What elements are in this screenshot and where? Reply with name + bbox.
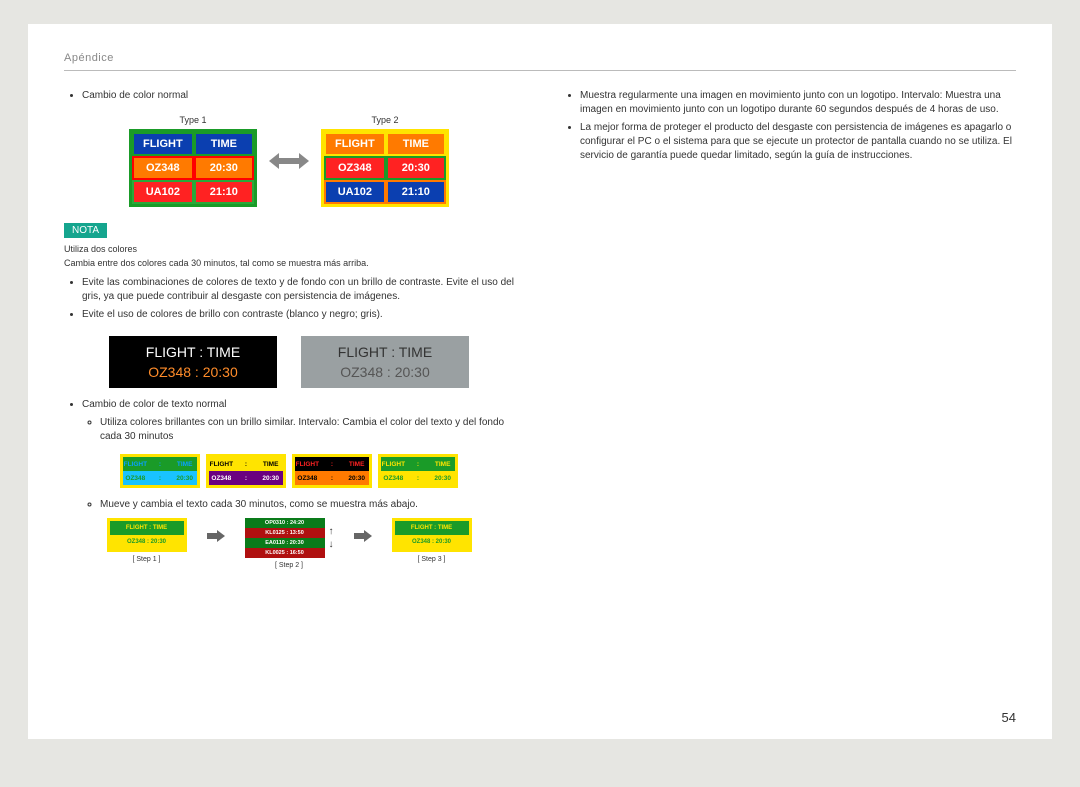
page-number: 54 <box>1002 710 1016 725</box>
type2-board: FLIGHTTIME OZ34820:30 UA10221:10 <box>321 129 449 207</box>
arrow-right-icon <box>207 518 225 545</box>
plate-row: FLIGHT : TIME <box>301 344 469 360</box>
section-title: Apéndice <box>64 52 1016 64</box>
scroll-line: KL0025 : 16:50 <box>245 548 325 558</box>
right-column: Muestra regularmente una imagen en movim… <box>562 89 1016 569</box>
color-strip: FLIGHT:TIMEOZ348:20:30 <box>120 454 200 488</box>
cell: 20:30 <box>386 156 446 180</box>
cell: UA102 <box>132 180 194 204</box>
scroll-line: KL0125 : 13:50 <box>245 528 325 538</box>
left-column: Cambio de color normal Type 1 FLIGHTTIME… <box>64 89 514 569</box>
bullet-text-color-change: Cambio de color de texto normal Utiliza … <box>82 398 514 444</box>
bullet-avoid-bw-gray: Evite el uso de colores de brillo con co… <box>82 308 514 322</box>
type-comparison-row: Type 1 FLIGHTTIME OZ34820:30 UA10221:10 … <box>64 115 514 207</box>
cell: TIME <box>386 132 446 156</box>
bullet-normal-color-change: Cambio de color normal <box>82 89 514 103</box>
type1-board: FLIGHTTIME OZ34820:30 UA10221:10 <box>129 129 257 207</box>
color-strip: FLIGHT:TIMEOZ348:20:30 <box>206 454 286 488</box>
scroll-line: OP0310 : 24:20 <box>245 518 325 528</box>
type1-label: Type 1 <box>129 115 257 125</box>
note-line-1: Utiliza dos colores <box>64 244 514 254</box>
step-1: FLIGHT : TIME OZ348 : 20:30 [ Step 1 ] <box>107 518 187 563</box>
plate-row: FLIGHT : TIME <box>109 344 277 360</box>
step-2: OP0310 : 24:20 KL0125 : 13:50 EA0110 : 2… <box>245 518 334 569</box>
up-down-arrows-icon: ↑↓ <box>329 526 334 550</box>
type2-block: Type 2 FLIGHTTIME OZ34820:30 UA10221:10 <box>321 115 449 207</box>
color-strip-row: FLIGHT:TIMEOZ348:20:30FLIGHT:TIMEOZ348:2… <box>64 454 514 488</box>
arrow-right-icon <box>354 518 372 545</box>
page: Apéndice Cambio de color normal Type 1 F… <box>28 24 1052 739</box>
sub-bullet-interval: Utiliza colores brillantes con un brillo… <box>100 416 514 444</box>
plate-row: OZ348 : 20:30 <box>109 364 277 380</box>
contrast-example-row: FLIGHT : TIME OZ348 : 20:30 FLIGHT : TIM… <box>64 336 514 388</box>
plate-row: OZ348 : 20:30 <box>301 364 469 380</box>
cell: FLIGHT <box>324 132 386 156</box>
note-line-2: Cambia entre dos colores cada 30 minutos… <box>64 258 514 268</box>
step-cell: OZ348 : 20:30 <box>395 535 469 549</box>
plate-gray: FLIGHT : TIME OZ348 : 20:30 <box>301 336 469 388</box>
type2-label: Type 2 <box>321 115 449 125</box>
bullet-screensaver: La mejor forma de proteger el producto d… <box>580 121 1016 163</box>
cell: FLIGHT <box>132 132 194 156</box>
color-strip: FLIGHT:TIMEOZ348:20:30 <box>378 454 458 488</box>
color-strip: FLIGHT:TIMEOZ348:20:30 <box>292 454 372 488</box>
step-3: FLIGHT : TIME OZ348 : 20:30 [ Step 3 ] <box>392 518 472 563</box>
cell: 21:10 <box>386 180 446 204</box>
bullet-moving-image: Muestra regularmente una imagen en movim… <box>580 89 1016 117</box>
step-cell: FLIGHT : TIME <box>110 521 184 535</box>
scroll-line: EA0110 : 20:30 <box>245 538 325 548</box>
cell: OZ348 <box>324 156 386 180</box>
bullet-avoid-contrast: Evite las combinaciones de colores de te… <box>82 276 514 304</box>
divider <box>64 70 1016 71</box>
swap-arrows-icon <box>269 150 309 172</box>
cell: OZ348 <box>132 156 194 180</box>
cell: UA102 <box>324 180 386 204</box>
plate-black: FLIGHT : TIME OZ348 : 20:30 <box>109 336 277 388</box>
sub-bullet-move-text: Mueve y cambia el texto cada 30 minutos,… <box>100 498 514 512</box>
bullet-text: Cambio de color de texto normal <box>82 399 227 410</box>
columns: Cambio de color normal Type 1 FLIGHTTIME… <box>64 89 1016 569</box>
step-cell: FLIGHT : TIME <box>395 521 469 535</box>
step-cell: OZ348 : 20:30 <box>110 535 184 549</box>
type1-block: Type 1 FLIGHTTIME OZ34820:30 UA10221:10 <box>129 115 257 207</box>
cell: TIME <box>194 132 254 156</box>
steps-row: FLIGHT : TIME OZ348 : 20:30 [ Step 1 ] O… <box>64 518 514 569</box>
note-badge: NOTA <box>64 223 107 238</box>
step-label: [ Step 2 ] <box>245 562 334 569</box>
cell: 21:10 <box>194 180 254 204</box>
step-label: [ Step 3 ] <box>392 556 472 563</box>
cell: 20:30 <box>194 156 254 180</box>
step-label: [ Step 1 ] <box>107 556 187 563</box>
